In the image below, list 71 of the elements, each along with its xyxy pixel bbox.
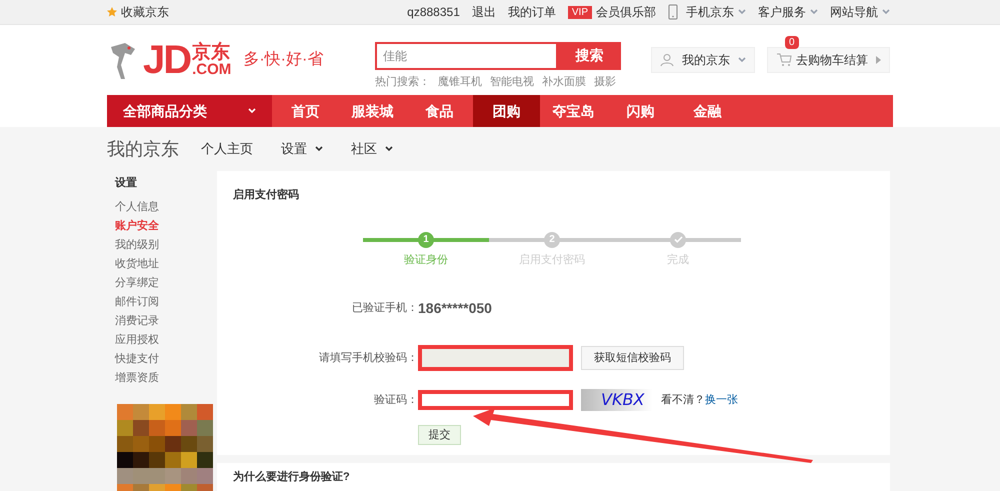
- phone-icon: [668, 4, 678, 20]
- step-number: 1: [418, 232, 434, 248]
- check-step-icon: [670, 232, 686, 248]
- top-link[interactable]: 退出: [472, 3, 496, 21]
- logo-text: JD: [143, 40, 190, 80]
- refresh-captcha-link[interactable]: 换一张: [705, 394, 738, 406]
- sidebar-item[interactable]: 收货地址: [115, 254, 217, 274]
- nav-tab[interactable]: 团购: [473, 95, 540, 127]
- captcha-field[interactable]: [418, 390, 573, 410]
- sidebar-item[interactable]: 快捷支付: [115, 350, 217, 368]
- top-link[interactable]: 客户服务: [758, 3, 806, 21]
- captcha-label: 验证码：: [373, 392, 418, 408]
- chevron-down-icon: [248, 108, 256, 114]
- panel-title: 启用支付密码: [233, 188, 300, 203]
- my-jd-button[interactable]: 我的京东: [651, 47, 755, 73]
- chevron-down-icon: [738, 57, 746, 63]
- sidebar-item[interactable]: 应用授权: [115, 330, 217, 350]
- chevron-down-icon: [810, 9, 818, 15]
- star-icon: [107, 7, 117, 17]
- hot-search-link[interactable]: 智能电视: [490, 74, 534, 90]
- top-link[interactable]: 网站导航: [830, 3, 878, 21]
- vip-badge: VIP: [568, 6, 592, 18]
- sidebar-item[interactable]: 消费记录: [115, 312, 217, 330]
- sidebar-item[interactable]: 账户安全: [115, 216, 217, 236]
- submit-button[interactable]: 提交: [418, 425, 461, 445]
- sidebar-heading: 设置: [115, 176, 138, 191]
- faq-title: 为什么要进行身份验证?: [233, 471, 350, 483]
- subnav-link[interactable]: 个人主页: [201, 139, 253, 159]
- all-categories-button[interactable]: 全部商品分类: [107, 95, 272, 127]
- sidebar-item[interactable]: 分享绑定: [115, 274, 217, 292]
- top-link[interactable]: 我的订单: [508, 3, 556, 21]
- sidebar-item[interactable]: 邮件订阅: [115, 292, 217, 312]
- hot-search-label: 热门搜索：: [375, 74, 430, 90]
- logo-domain: .COM: [192, 62, 232, 77]
- page-title: 我的京东: [107, 138, 179, 160]
- slogan: 多·快·好·省: [243, 50, 324, 70]
- get-sms-code-button[interactable]: 获取短信校验码: [581, 346, 684, 370]
- top-link[interactable]: qz888351: [407, 3, 460, 21]
- favorite-link[interactable]: 收藏京东: [121, 3, 169, 21]
- subnav-link[interactable]: 社区: [351, 139, 393, 159]
- sms-code-label: 请填写手机校验码：: [318, 350, 418, 366]
- nav-tab[interactable]: 服装城: [339, 95, 406, 127]
- hot-search-link[interactable]: 摄影: [594, 74, 616, 90]
- top-link[interactable]: 手机京东: [686, 3, 734, 21]
- cart-count-badge: 0: [785, 36, 799, 49]
- search-field[interactable]: 佳能: [375, 42, 558, 70]
- nav-tab[interactable]: 闪购: [607, 95, 674, 127]
- nav-tab[interactable]: 夺宝岛: [540, 95, 607, 127]
- subnav-link[interactable]: 设置: [281, 139, 323, 159]
- sms-code-field[interactable]: [418, 345, 573, 371]
- logo-chinese: 京东: [192, 43, 232, 62]
- cart-icon: [776, 53, 792, 67]
- arrow-right-icon: [876, 56, 881, 64]
- sidebar-item[interactable]: 我的级别: [115, 236, 217, 254]
- nav-tab[interactable]: 金融: [674, 95, 741, 127]
- phone-label: 已验证手机：: [351, 301, 418, 316]
- sidebar-item[interactable]: 个人信息: [115, 198, 217, 216]
- search-button[interactable]: 搜索: [558, 42, 621, 70]
- hot-search-link[interactable]: 补水面膜: [542, 74, 586, 90]
- user-icon: [660, 53, 674, 67]
- unclear-text: 看不清？: [661, 394, 705, 406]
- chevron-down-icon: [738, 9, 746, 15]
- top-link[interactable]: 会员俱乐部: [596, 3, 656, 21]
- cart-button[interactable]: 去购物车结算: [767, 47, 890, 73]
- sidebar-item[interactable]: 增票资质: [115, 368, 217, 388]
- phone-number: 186*****050: [418, 299, 493, 318]
- step-label: 验证身份: [404, 252, 448, 268]
- chevron-down-icon: [882, 9, 890, 15]
- nav-tab[interactable]: 食品: [406, 95, 473, 127]
- hot-search-link[interactable]: 魔锥耳机: [438, 74, 482, 90]
- nav-tab[interactable]: 首页: [272, 95, 339, 127]
